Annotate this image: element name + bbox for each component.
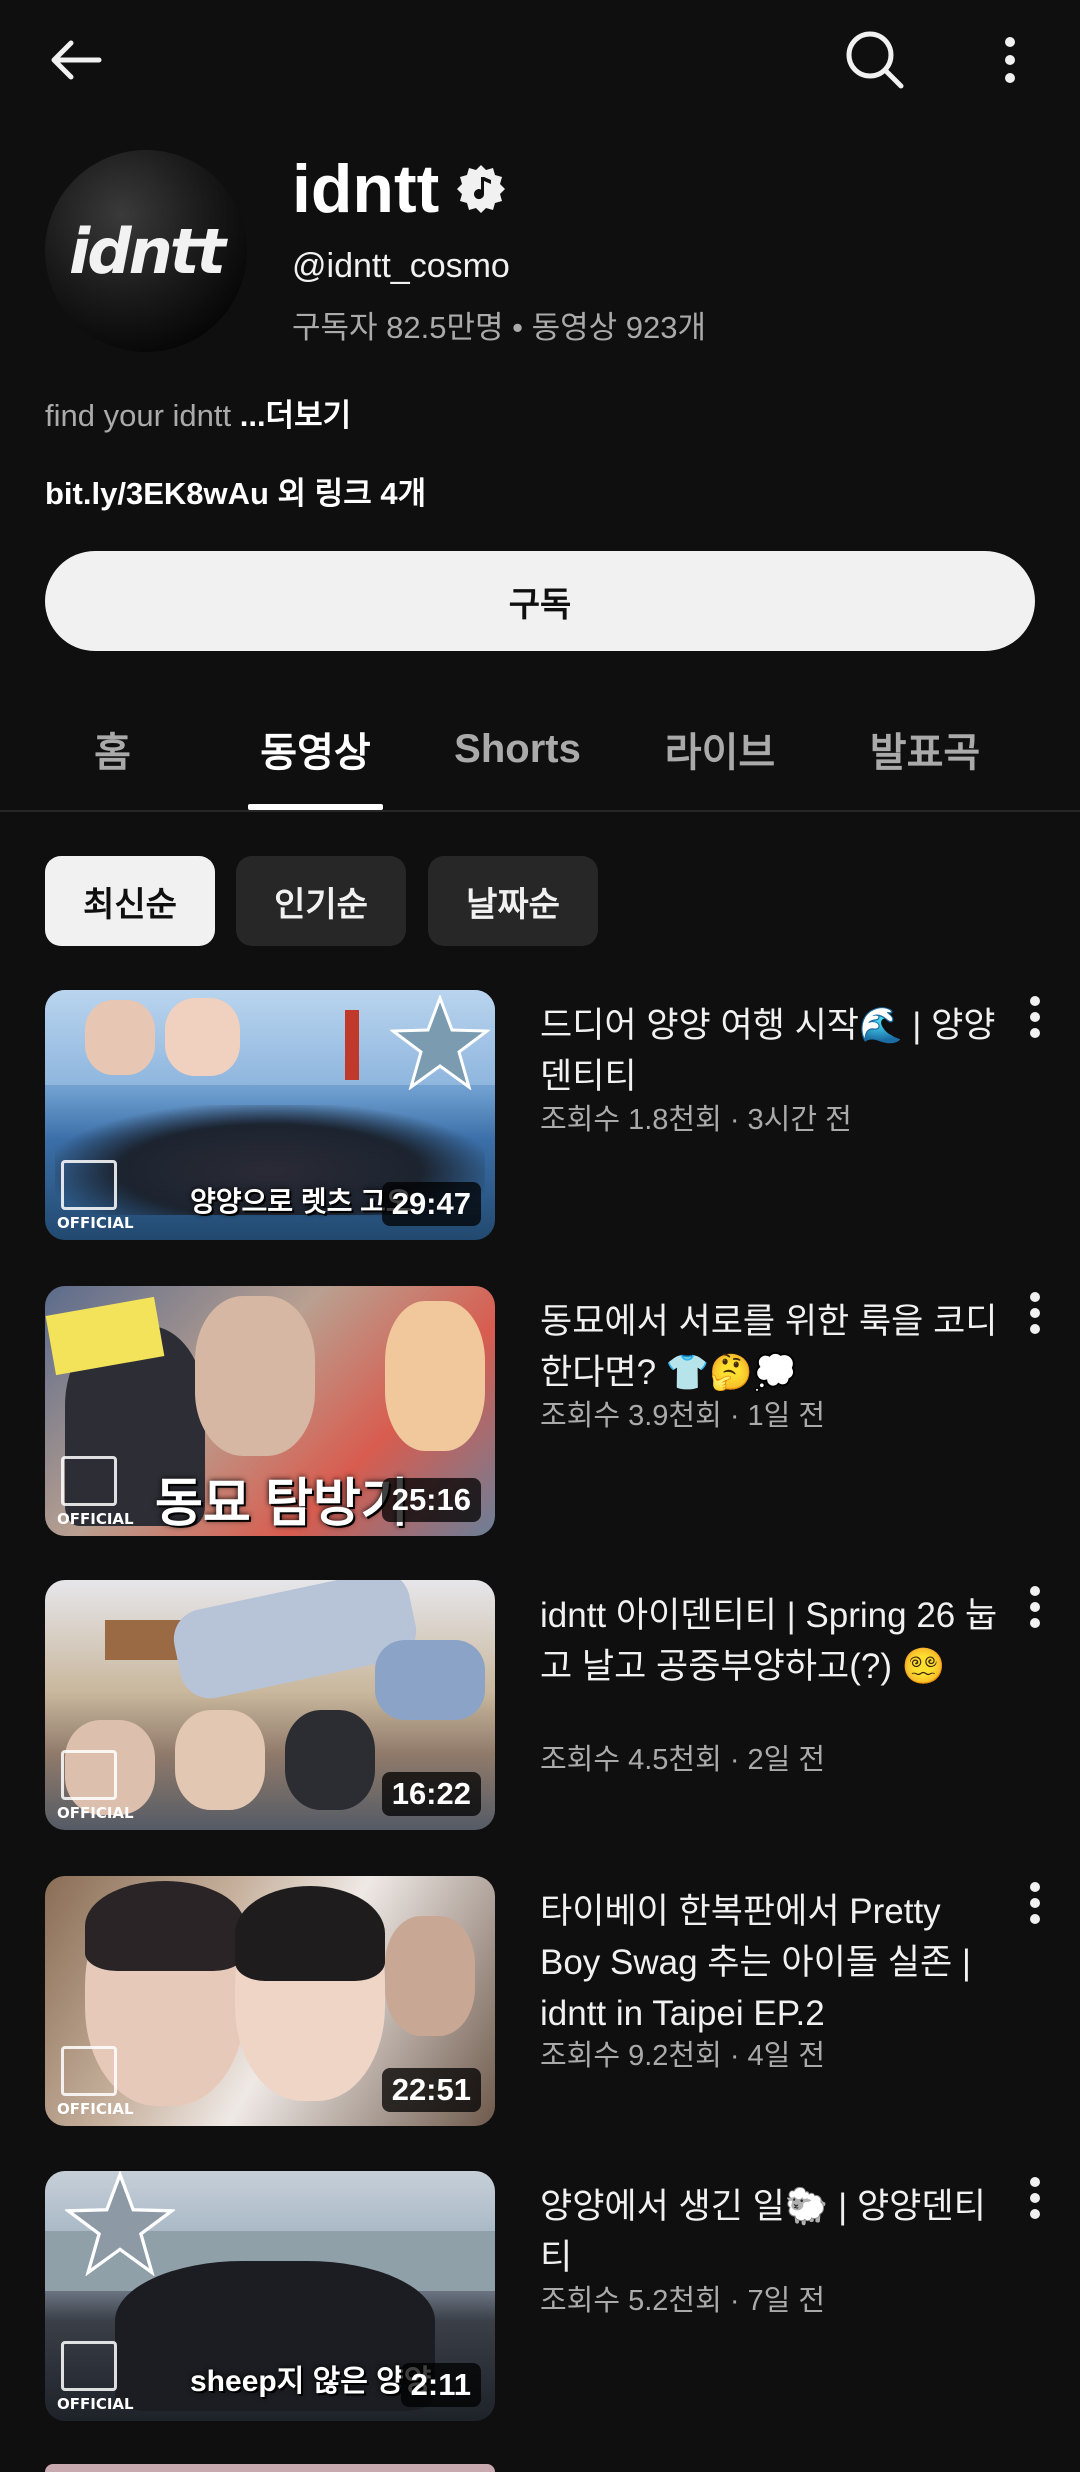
chip-popular[interactable]: 인기순 [236, 856, 406, 946]
video-item[interactable]: OFFICIAL 동묘 탐방기 25:16 동묘에서 서로를 위한 룩을 코디한… [0, 1286, 1080, 1546]
video-meta: 조회수 4.5천회 · 2일 전 [540, 1744, 826, 1776]
thumbnail-caption: sheep지 않은 양양 [190, 2365, 432, 2398]
channel-name: idntt [292, 151, 440, 227]
video-meta: 조회수 3.9천회 · 1일 전 [540, 1400, 826, 1432]
video-thumbnail[interactable]: OFFICIAL 16:22 [45, 1580, 495, 1830]
channel-links[interactable]: bit.ly/3EK8wAu 외 링크 4개 [45, 468, 426, 513]
channel-tabs: 홈 동영상 Shorts 라이브 발표곡 [0, 690, 1080, 812]
arrow-left-icon [51, 40, 102, 80]
video-duration: 25:16 [381, 1478, 481, 1522]
tab-home[interactable]: 홈 [45, 690, 180, 808]
official-logo-icon [61, 1750, 117, 1800]
official-badge: OFFICIAL [57, 2395, 134, 2413]
channel-avatar[interactable]: idntt [45, 150, 247, 352]
video-duration: 29:47 [381, 1182, 481, 1226]
video-meta: 조회수 9.2천회 · 4일 전 [540, 2040, 826, 2072]
video-title[interactable]: 드디어 양양 여행 시작🌊 | 양양덴티티 [540, 1000, 1000, 1102]
video-more-button[interactable] [1010, 1292, 1060, 1372]
official-badge: OFFICIAL [57, 1804, 134, 1822]
video-item[interactable]: OFFICIAL 22:51 타이베이 한복판에서 Pretty Boy Swa… [0, 1876, 1080, 2136]
video-more-button[interactable] [1010, 996, 1060, 1076]
channel-stats: 구독자 82.5만명 • 동영상 923개 [292, 310, 707, 345]
verified-music-icon [457, 165, 505, 213]
official-logo-icon [61, 2046, 117, 2096]
video-duration: 16:22 [381, 1772, 481, 1816]
channel-handle: @idntt_cosmo [292, 247, 510, 285]
video-meta: 조회수 1.8천회 · 3시간 전 [540, 1104, 852, 1136]
search-button[interactable] [840, 25, 910, 95]
top-bar [0, 0, 1080, 120]
active-tab-indicator [248, 804, 383, 810]
thumbnail-caption: 동묘 탐방기 [155, 1475, 409, 1533]
official-logo-icon [61, 2341, 117, 2391]
video-duration: 22:51 [381, 2068, 481, 2112]
video-meta: 조회수 5.2천회 · 7일 전 [540, 2285, 826, 2317]
description-text: find your idntt [45, 398, 240, 433]
back-button[interactable] [40, 30, 110, 90]
video-duration: 2:11 [400, 2363, 481, 2407]
tab-videos[interactable]: 동영상 [248, 690, 383, 808]
video-more-button[interactable] [1010, 1586, 1060, 1666]
search-icon [846, 31, 904, 89]
subscribe-button[interactable]: 구독 [45, 551, 1035, 651]
next-video-thumbnail-partial[interactable] [45, 2464, 495, 2472]
official-badge: OFFICIAL [57, 1214, 134, 1232]
video-title[interactable]: idntt 아이덴티티 | Spring 26 눕고 날고 공중부양하고(?) … [540, 1590, 1000, 1692]
official-badge: OFFICIAL [57, 1510, 134, 1528]
official-logo-icon [61, 1456, 117, 1506]
channel-description[interactable]: find your idntt ...더보기 [45, 390, 351, 435]
video-thumbnail[interactable]: OFFICIAL 양양으로 렛츠 고오 29:47 [45, 990, 495, 1240]
tab-releases[interactable]: 발표곡 [855, 690, 995, 808]
official-logo-icon [61, 1160, 117, 1210]
chip-latest[interactable]: 최신순 [45, 856, 215, 946]
video-thumbnail[interactable]: OFFICIAL 22:51 [45, 1876, 495, 2126]
kebab-vertical-icon [1005, 37, 1015, 83]
video-title[interactable]: 동묘에서 서로를 위한 룩을 코디한다면? 👕🤔💭 [540, 1296, 1000, 1398]
tab-live[interactable]: 라이브 [650, 690, 790, 808]
video-more-button[interactable] [1010, 1882, 1060, 1962]
video-item[interactable]: OFFICIAL sheep지 않은 양양 2:11 양양에서 생긴 일🐑 | … [0, 2171, 1080, 2431]
more-options-button[interactable] [985, 25, 1035, 95]
official-badge: OFFICIAL [57, 2100, 134, 2118]
video-more-button[interactable] [1010, 2177, 1060, 2257]
video-thumbnail[interactable]: OFFICIAL 동묘 탐방기 25:16 [45, 1286, 495, 1536]
thumbnail-caption: 양양으로 렛츠 고오 [190, 1186, 412, 1217]
chip-oldest[interactable]: 날짜순 [428, 856, 598, 946]
video-thumbnail[interactable]: OFFICIAL sheep지 않은 양양 2:11 [45, 2171, 495, 2421]
video-item[interactable]: OFFICIAL 양양으로 렛츠 고오 29:47 드디어 양양 여행 시작🌊 … [0, 990, 1080, 1250]
tab-shorts[interactable]: Shorts [440, 690, 595, 808]
video-title[interactable]: 양양에서 생긴 일🐑 | 양양덴티티 [540, 2181, 1000, 2283]
avatar-logo-text: idntt [68, 214, 226, 288]
video-item[interactable]: OFFICIAL 16:22 idntt 아이덴티티 | Spring 26 눕… [0, 1580, 1080, 1840]
more-link[interactable]: ...더보기 [240, 398, 351, 433]
video-title[interactable]: 타이베이 한복판에서 Pretty Boy Swag 추는 아이돌 실존 | i… [540, 1886, 1000, 2039]
